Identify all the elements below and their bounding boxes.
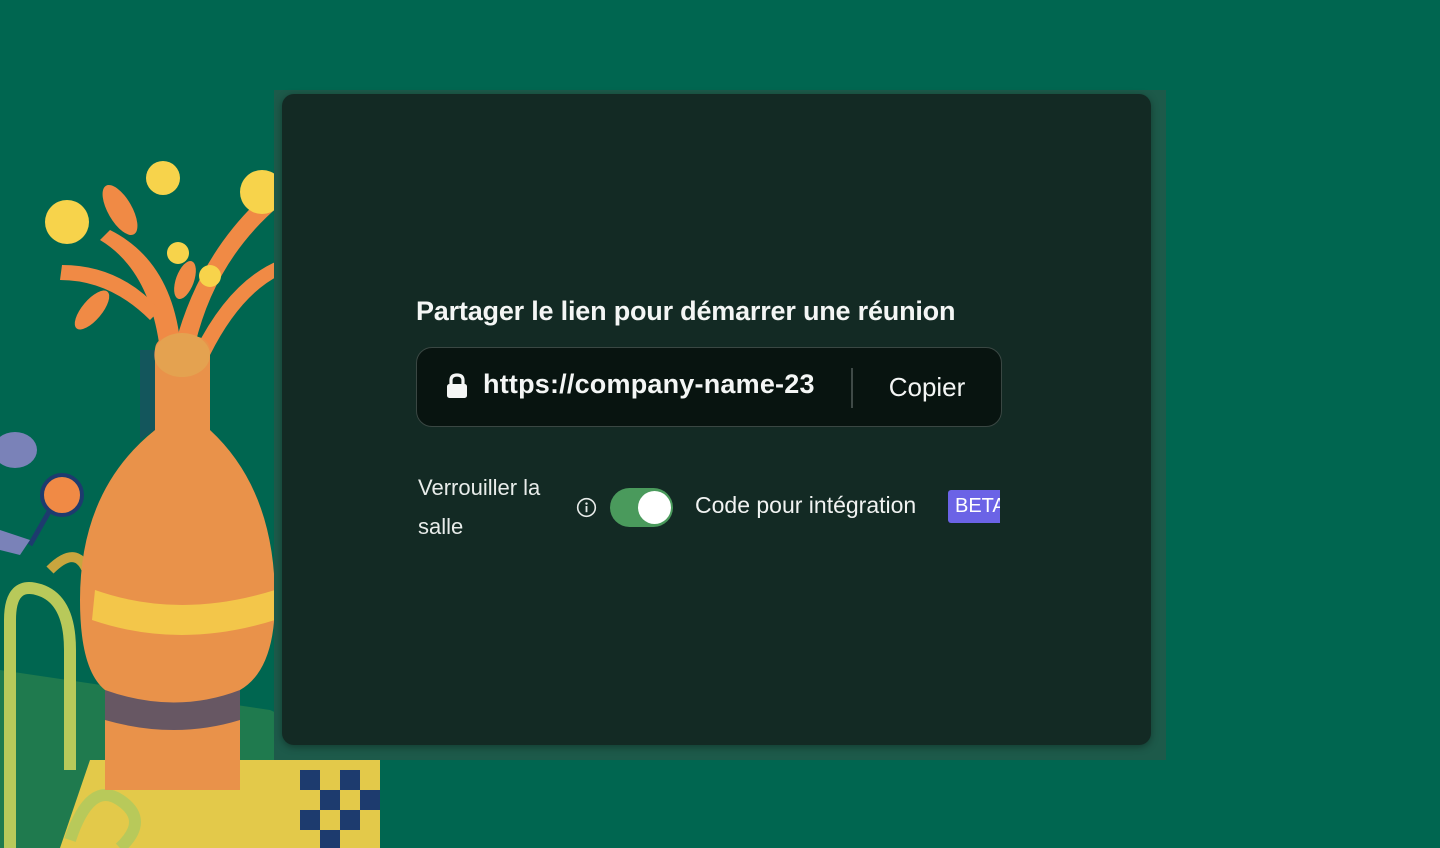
beta-badge: BETA <box>948 490 1000 523</box>
share-link-url[interactable]: https://company-name-23 <box>483 369 849 400</box>
lock-icon <box>447 373 467 398</box>
lock-room-toggle[interactable] <box>610 488 673 527</box>
info-icon[interactable] <box>576 497 597 518</box>
modal-heading: Partager le lien pour démarrer une réuni… <box>416 296 956 326</box>
embed-code-link[interactable]: Code pour intégration <box>695 492 916 519</box>
link-divider <box>851 368 853 408</box>
toggle-knob <box>638 491 671 524</box>
lock-room-label: Verrouiller la salle <box>418 475 541 539</box>
copy-link-button[interactable]: Copier <box>864 354 990 420</box>
share-link-field: https://company-name-23 Copier <box>416 347 1002 427</box>
